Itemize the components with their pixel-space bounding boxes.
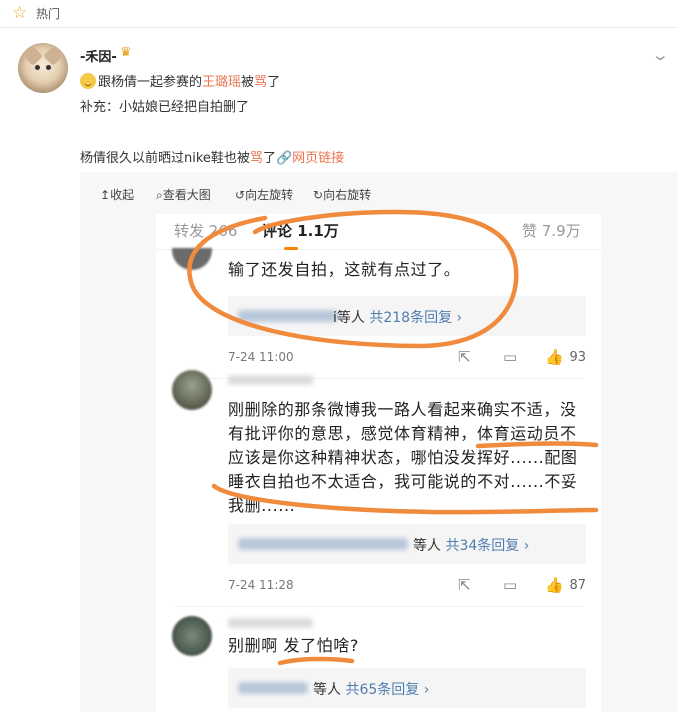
sad-face-emoji-icon — [80, 73, 96, 89]
media-viewer: ↥收起 ⌕查看大图 ↺向左旋转 ↻向右旋转 转发 266 评论 1.1万 赞 7… — [80, 172, 677, 712]
comment-text: 输了还发自拍，这就有点过了。 — [228, 260, 461, 279]
replies-link[interactable]: 共218条回复 › — [369, 310, 462, 326]
rotate-left-button[interactable]: ↺向左旋转 — [235, 186, 293, 203]
reply-summary: i等人 共218条回复 › — [228, 296, 586, 336]
comment-time: 7-24 11:00 — [228, 350, 294, 364]
top-bar: ☆ 热门 — [0, 0, 677, 28]
crown-badge-icon: ♛ — [120, 45, 132, 60]
reply-summary: 等人 共34条回复 › — [228, 524, 586, 564]
comment-icon[interactable]: ▭ — [503, 348, 517, 366]
collapse-button[interactable]: ↥收起 — [100, 186, 134, 203]
share-icon[interactable]: ⇱ — [458, 576, 471, 594]
post-text-line-2: 补充：小姑娘已经把自拍删了 — [80, 100, 250, 115]
commenter-avatar — [172, 370, 212, 410]
comment-text: 别删啊 发了怕啥? — [228, 636, 359, 655]
replies-link[interactable]: 共34条回复 › — [445, 538, 529, 554]
active-tab-indicator — [284, 247, 298, 250]
share-icon[interactable]: ⇱ — [458, 348, 471, 366]
star-icon: ☆ — [12, 3, 28, 23]
like-count: 93 — [569, 350, 586, 365]
view-large-button[interactable]: ⌕查看大图 — [156, 186, 211, 203]
collapse-icon: ↥ — [100, 188, 111, 202]
link-icon: 🔗 — [275, 151, 293, 166]
comment-icon[interactable]: ▭ — [503, 576, 517, 594]
comment-meta: 7-24 11:00 ⇱ ▭ 👍 93 — [228, 348, 586, 366]
commenter-avatar — [172, 616, 212, 656]
chevron-down-icon[interactable]: ⌄ — [651, 46, 670, 64]
avatar[interactable] — [18, 43, 68, 93]
media-toolbar: ↥收起 ⌕查看大图 ↺向左旋转 ↻向右旋转 — [80, 172, 677, 214]
reply-summary: 等人 共65条回复 › — [228, 668, 586, 708]
comment-tabs: 转发 266 评论 1.1万 赞 7.9万 — [156, 214, 601, 250]
divider — [174, 606, 584, 607]
comment-screenshot-image[interactable]: 转发 266 评论 1.1万 赞 7.9万 输了还发自拍，这就有点过了。 i等人… — [156, 214, 601, 712]
mention-link[interactable]: 王璐瑶 — [202, 75, 241, 90]
post-text-line-1: 跟杨倩一起参赛的王璐瑶被骂了 — [80, 71, 280, 90]
tab-repost: 转发 266 — [174, 222, 238, 240]
like-count: 87 — [569, 578, 586, 593]
search-icon: ⌕ — [156, 188, 163, 202]
like-icon[interactable]: 👍 — [545, 576, 564, 594]
commenter-name — [228, 618, 313, 628]
rotate-left-icon: ↺ — [235, 188, 246, 202]
commenter-avatar — [172, 248, 212, 270]
rotate-right-button[interactable]: ↻向右旋转 — [313, 186, 371, 203]
section-title: 热门 — [36, 7, 61, 21]
commenter-name — [228, 375, 313, 385]
username[interactable]: -禾因- — [80, 46, 117, 65]
rotate-right-icon: ↻ — [313, 188, 324, 202]
like-icon[interactable]: 👍 — [545, 348, 564, 366]
tab-likes: 赞 7.9万 — [522, 222, 581, 240]
comment-time: 7-24 11:28 — [228, 578, 294, 592]
tab-comments: 评论 1.1万 — [262, 222, 339, 240]
web-link[interactable]: 🔗网页链接 — [276, 151, 344, 166]
post-text-line-3: 杨倩很久以前晒过nike鞋也被骂了🔗网页链接 — [80, 151, 345, 166]
replies-link[interactable]: 共65条回复 › — [345, 682, 429, 698]
comment-text: 刚删除的那条微博我一路人看起来确实不适，没 有批评你的意思，感觉体育精神，体育运… — [228, 400, 578, 515]
comment-meta: 7-24 11:28 ⇱ ▭ 👍 87 — [228, 576, 586, 594]
